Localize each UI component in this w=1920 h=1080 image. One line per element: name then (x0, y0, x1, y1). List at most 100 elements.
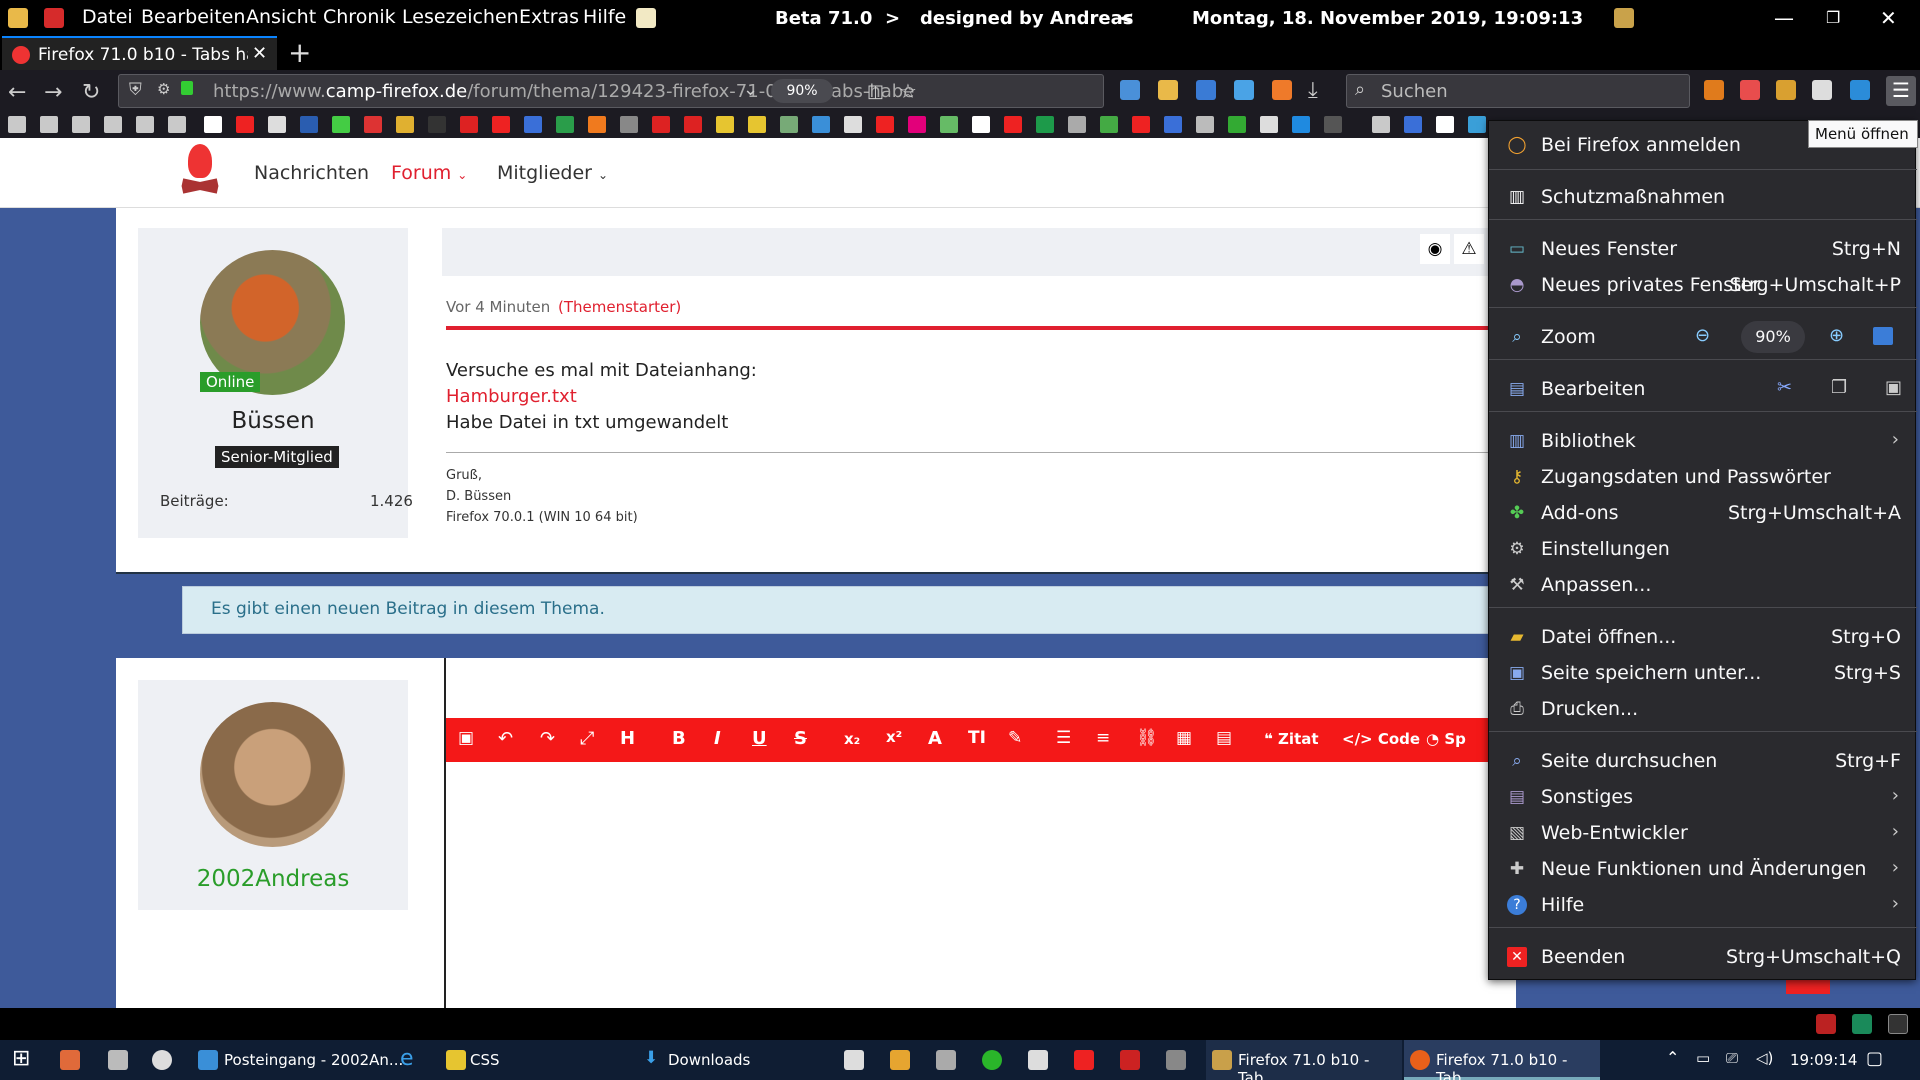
clock[interactable]: 19:09:14 (1790, 1051, 1857, 1069)
star-icon[interactable]: ☆ (899, 79, 917, 103)
bookmark-icon[interactable] (1468, 116, 1486, 133)
quote-button[interactable]: ❝ Zitat (1264, 730, 1319, 748)
taskbar-app-icon[interactable] (152, 1050, 172, 1070)
heading-icon[interactable]: H (620, 728, 635, 749)
menu-datei[interactable]: Datei (82, 6, 133, 28)
bookmark-icon[interactable] (844, 116, 862, 133)
editor-area[interactable] (446, 762, 1516, 1008)
bookmark-icon[interactable] (972, 116, 990, 133)
bookmark-icon[interactable] (492, 116, 510, 133)
volume-icon[interactable]: ◁) (1756, 1049, 1773, 1067)
menu-item-library[interactable]: ▥ Bibliothek › (1489, 423, 1917, 459)
network-icon[interactable]: ⎚ (1726, 1049, 1738, 1067)
chevron-down-icon[interactable]: ⌄ (743, 79, 758, 100)
spoiler-button[interactable]: ◔ Sp (1426, 730, 1466, 748)
menu-hilfe[interactable]: Hilfe (583, 6, 626, 28)
globe-icon[interactable]: ◉ (1420, 234, 1450, 264)
taskbar-app-icon[interactable] (108, 1050, 128, 1070)
taskbar-app-icon[interactable] (1120, 1050, 1140, 1070)
bookmark-icon[interactable] (1068, 116, 1086, 133)
bookmark-icon[interactable] (1196, 116, 1214, 133)
nav-forum[interactable]: Forum ⌄ (391, 162, 467, 184)
folder-icon[interactable] (1158, 80, 1178, 100)
menu-item-settings[interactable]: ⚙ Einstellungen (1489, 531, 1917, 567)
bookmark-icon[interactable] (1100, 116, 1118, 133)
bookmark-icon[interactable] (300, 116, 318, 133)
site-logo-icon[interactable] (180, 144, 220, 200)
addon-2-icon[interactable] (1196, 80, 1216, 100)
taskbar-app-icon[interactable] (1074, 1050, 1094, 1070)
bookmark-icon[interactable] (1036, 116, 1054, 133)
bookmark-folder-icon[interactable] (72, 116, 90, 133)
bookmark-icon[interactable] (940, 116, 958, 133)
bookmark-folder-icon[interactable] (168, 116, 186, 133)
menu-item-private-window[interactable]: ◓ Neues privates Fenster Strg+Umschalt+P (1489, 267, 1917, 303)
zoom-out-icon[interactable]: ⊖ (1695, 325, 1710, 346)
addon-icon[interactable] (1888, 1014, 1908, 1034)
addon-5-icon[interactable] (1704, 80, 1724, 100)
source-icon[interactable]: ▣ (458, 728, 474, 748)
tab-close-icon[interactable]: ✕ (252, 43, 267, 64)
app-icon[interactable] (8, 8, 28, 28)
tab-active[interactable]: Firefox 71.0 b10 - Tabs habe ✕ (2, 36, 277, 70)
calendar-icon[interactable] (44, 8, 64, 28)
taskbar-app-icon[interactable] (936, 1050, 956, 1070)
cut-icon[interactable]: ✂ (1777, 377, 1792, 398)
taskbar-downloads[interactable]: Downloads (668, 1051, 750, 1069)
list-icon[interactable]: ☰ (1056, 728, 1071, 748)
pocket-icon[interactable]: ◫ (867, 81, 884, 102)
mail-icon[interactable] (198, 1050, 218, 1070)
nav-mitglieder[interactable]: Mitglieder ⌄ (497, 162, 608, 184)
restore-icon[interactable]: ❐ (1826, 8, 1840, 27)
minimize-icon[interactable]: — (1774, 6, 1794, 30)
close-window-icon[interactable]: ✕ (1880, 6, 1897, 30)
menu-item-addons[interactable]: ✤ Add-ons Strg+Umschalt+A (1489, 495, 1917, 531)
permissions-icon[interactable]: ⚙ (157, 80, 170, 98)
taskbar-app-icon[interactable] (982, 1050, 1002, 1070)
italic-icon[interactable]: I (714, 728, 721, 749)
taskbar-firefox-1[interactable]: Firefox 71.0 b10 - Tab... (1206, 1040, 1402, 1080)
bookmark-icon[interactable] (204, 116, 222, 133)
addon-8-icon[interactable] (1812, 80, 1832, 100)
bookmark-icon[interactable] (236, 116, 254, 133)
bookmark-icon[interactable] (268, 116, 286, 133)
bookmark-folder-icon[interactable] (8, 116, 26, 133)
menu-item-protections[interactable]: ▥ Schutzmaßnahmen (1489, 179, 1917, 215)
username[interactable]: Büssen (138, 408, 408, 434)
menu-item-more[interactable]: ▤ Sonstiges › (1489, 779, 1917, 815)
menu-item-quit[interactable]: ✕ Beenden Strg+Umschalt+Q (1489, 939, 1917, 975)
chevron-up-icon[interactable]: ⌃ (1666, 1048, 1679, 1067)
bookmark-icon[interactable] (812, 116, 830, 133)
bookmark-folder-icon[interactable] (104, 116, 122, 133)
undo-icon[interactable]: ↶ (498, 728, 513, 749)
battery-icon[interactable]: ▭ (1696, 1049, 1710, 1067)
menu-lesezeichen[interactable]: Lesezeichen (402, 6, 519, 28)
shield-icon[interactable]: ⛨ (129, 80, 142, 100)
zoom-in-icon[interactable]: ⊕ (1829, 325, 1844, 346)
bookmark-icon[interactable] (1324, 116, 1342, 133)
download-icon[interactable]: ⤓ (1308, 78, 1318, 103)
link-icon[interactable]: ⛓ (1136, 728, 1158, 748)
font-size-icon[interactable]: TI (968, 728, 986, 748)
bookmark-icon[interactable] (780, 116, 798, 133)
table-icon[interactable]: ▤ (1216, 728, 1232, 748)
edge-icon[interactable]: e (400, 1046, 414, 1071)
bookmark-icon[interactable] (1004, 116, 1022, 133)
align-icon[interactable]: ≡ (1096, 728, 1110, 748)
fullscreen-icon[interactable] (1873, 327, 1893, 345)
fullscreen-icon[interactable]: ⤢ (580, 728, 594, 749)
addon-4-icon[interactable] (1272, 80, 1292, 100)
windows-start-icon[interactable]: ⊞ (12, 1046, 30, 1071)
bookmark-icon[interactable] (524, 116, 542, 133)
bookmark-folder-icon[interactable] (1372, 116, 1390, 133)
bookmark-icon[interactable] (716, 116, 734, 133)
lock-icon[interactable] (181, 81, 193, 95)
zoom-badge[interactable]: 90% (771, 79, 833, 103)
bookmark-icon[interactable] (428, 116, 446, 133)
forward-icon[interactable]: → (44, 80, 62, 105)
attachment-link[interactable]: Hamburger.txt (446, 386, 577, 407)
bookmark-icon[interactable] (1164, 116, 1182, 133)
bookmark-icon[interactable] (460, 116, 478, 133)
bookmark-icon[interactable] (876, 116, 894, 133)
bookmark-folder-icon[interactable] (136, 116, 154, 133)
